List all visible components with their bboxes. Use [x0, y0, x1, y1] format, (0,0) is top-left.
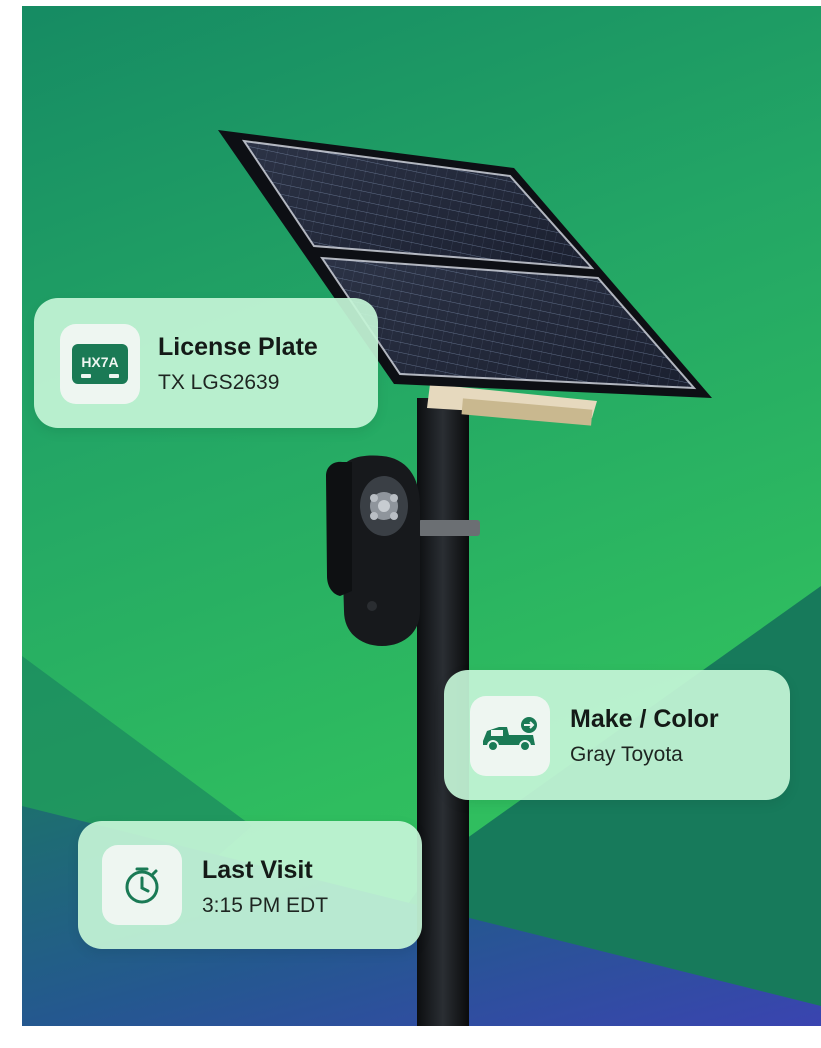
plate-text: HX7A — [81, 354, 118, 370]
make-color-title: Make / Color — [570, 705, 719, 733]
clock-icon — [125, 867, 159, 904]
make-color-card: Make / Color Gray Toyota — [444, 670, 790, 800]
license-plate-icon-box: HX7A — [60, 324, 140, 404]
last-visit-title: Last Visit — [202, 856, 313, 884]
clock-icon-box — [102, 845, 182, 925]
license-plate-value: TX LGS2639 — [158, 371, 280, 394]
last-visit-value: 3:15 PM EDT — [202, 894, 329, 917]
truck-icon-box — [470, 696, 550, 776]
license-plate-title: License Plate — [158, 333, 318, 361]
license-plate-card: HX7A License Plate TX LGS2639 — [34, 298, 378, 428]
truck-icon — [483, 717, 537, 752]
hero-image-frame: HX7A License Plate TX LGS2639 Make / Col… — [22, 6, 821, 1026]
last-visit-card: Last Visit 3:15 PM EDT — [78, 821, 422, 949]
make-color-value: Gray Toyota — [570, 743, 683, 766]
license-plate-icon: HX7A — [72, 344, 128, 384]
